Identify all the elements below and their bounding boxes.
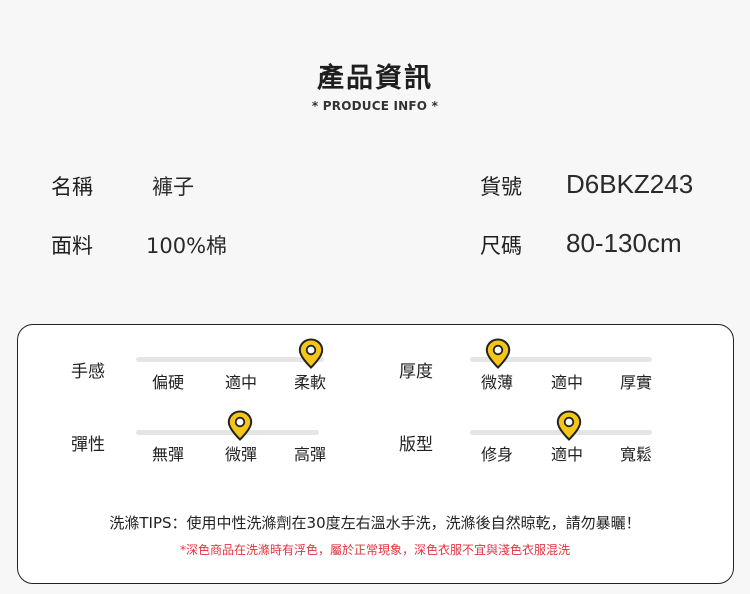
size-label: 尺碼: [480, 234, 522, 258]
code-label: 貨號: [480, 175, 522, 199]
page-subtitle: * PRODUCE INFO *: [311, 99, 439, 113]
thickness-option-1: 微薄: [480, 373, 513, 392]
name-label: 名稱: [51, 175, 93, 199]
location-pin-icon: [485, 338, 511, 369]
thickness-option-2: 適中: [550, 373, 583, 392]
page-title: 產品資訊: [317, 63, 433, 94]
hand-feel-option-2: 適中: [224, 373, 257, 392]
name-value: 褲子: [152, 175, 194, 199]
location-pin-icon: [227, 410, 253, 441]
elasticity-option-1: 無彈: [151, 445, 184, 464]
fit-option-1: 修身: [480, 445, 513, 464]
elasticity-label: 彈性: [71, 435, 105, 455]
hand-feel-option-3: 柔軟: [293, 373, 326, 392]
material-label: 面料: [51, 234, 93, 258]
thickness-label: 厚度: [399, 362, 433, 382]
care-tips: 洗滌TIPS：使用中性洗滌劑在30度左右溫水手洗，洗滌後自然晾乾，請勿暴曬！: [109, 514, 641, 532]
care-warning: *深色商品在洗滌時有浮色，屬於正常現象，深色衣服不宜與淺色衣服混洗: [179, 543, 570, 557]
fit-label: 版型: [399, 435, 433, 455]
fit-option-2: 適中: [550, 445, 583, 464]
location-pin-icon: [556, 410, 582, 441]
material-value: 100%棉: [146, 234, 228, 258]
location-pin-icon: [298, 338, 324, 369]
hand-feel-label: 手感: [71, 362, 105, 382]
hand-feel-track: [136, 357, 324, 362]
elasticity-option-2: 微彈: [224, 445, 257, 464]
code-value: D6BKZ243: [566, 169, 694, 199]
hand-feel-option-1: 偏硬: [151, 373, 184, 392]
thickness-option-3: 厚實: [619, 373, 652, 392]
size-value: 80-130cm: [566, 228, 682, 258]
elasticity-option-3: 高彈: [293, 445, 326, 464]
fit-option-3: 寬鬆: [619, 445, 652, 464]
